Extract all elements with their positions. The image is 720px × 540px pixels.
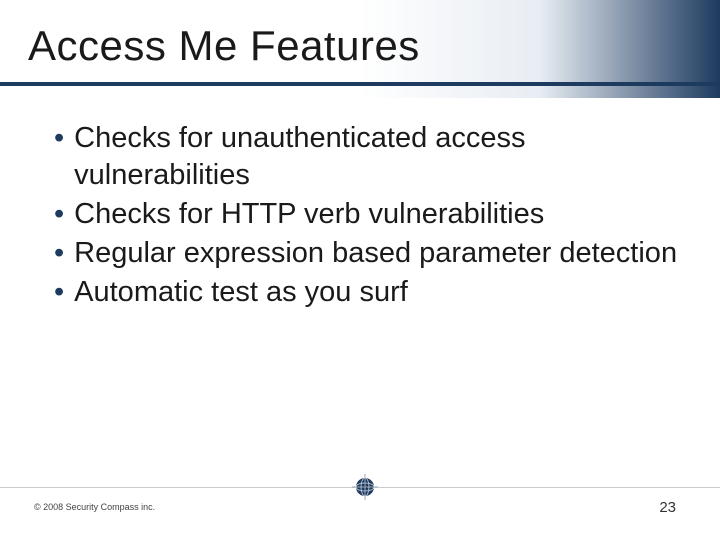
bullet-item: • Checks for unauthenticated access vuln…: [54, 120, 680, 194]
globe-icon: [352, 474, 378, 500]
slide: Access Me Features • Checks for unauthen…: [0, 0, 720, 540]
title-underline: [0, 82, 720, 86]
bullet-item: • Checks for HTTP verb vulnerabilities: [54, 196, 680, 233]
slide-title: Access Me Features: [28, 22, 420, 70]
bullet-text: Regular expression based parameter detec…: [74, 235, 680, 272]
bullet-item: • Regular expression based parameter det…: [54, 235, 680, 272]
bullet-item: • Automatic test as you surf: [54, 274, 680, 311]
bullet-text: Checks for unauthenticated access vulner…: [74, 120, 680, 194]
bullet-dot-icon: •: [54, 274, 64, 311]
bullet-dot-icon: •: [54, 235, 64, 272]
content-area: • Checks for unauthenticated access vuln…: [54, 120, 680, 314]
bullet-dot-icon: •: [54, 196, 64, 233]
page-number: 23: [659, 499, 676, 516]
bullet-text: Checks for HTTP verb vulnerabilities: [74, 196, 680, 233]
bullet-text: Automatic test as you surf: [74, 274, 680, 311]
copyright-text: © 2008 Security Compass inc.: [34, 502, 155, 512]
bullet-dot-icon: •: [54, 120, 64, 157]
